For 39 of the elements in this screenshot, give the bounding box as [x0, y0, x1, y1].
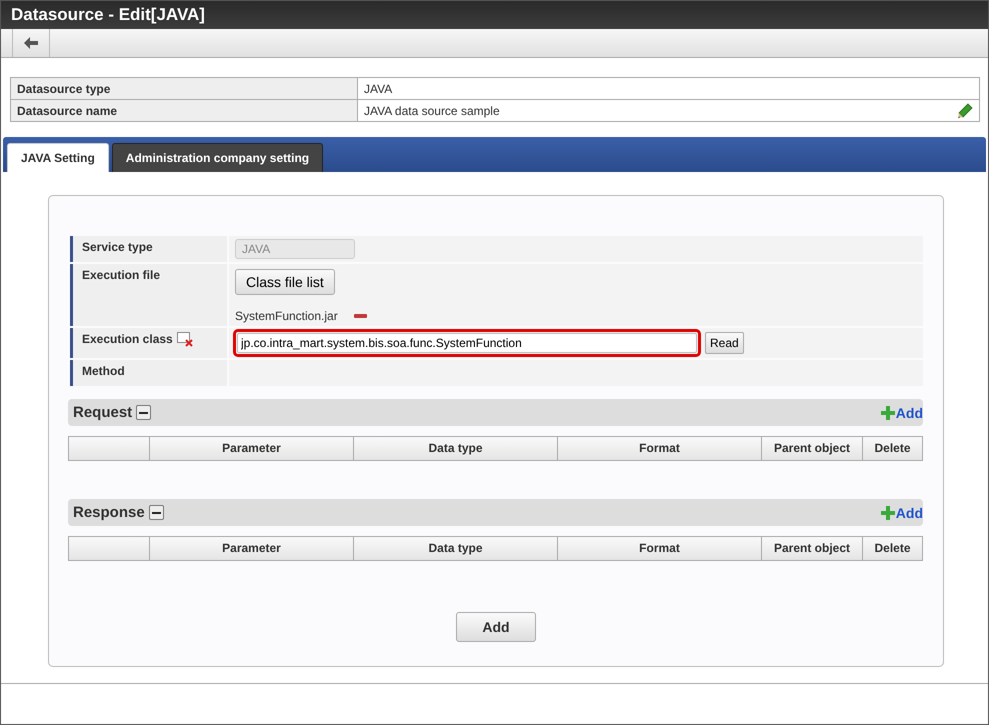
column-header: Data type [353, 537, 557, 560]
column-header: Format [557, 537, 761, 560]
left-arrow-icon [24, 37, 38, 49]
field-label: Service type [82, 240, 153, 254]
column-header: Delete [862, 437, 922, 460]
clear-icon[interactable] [176, 332, 194, 347]
add-button[interactable]: Add [456, 612, 536, 642]
column-header: Parent object [761, 437, 862, 460]
collapse-button[interactable] [148, 505, 164, 520]
class-file-list-button[interactable]: Class file list [235, 269, 335, 295]
remove-icon[interactable] [354, 314, 367, 318]
file-name: SystemFunction.jar [235, 309, 338, 323]
execution-class-field[interactable]: jp.co.intra_mart.system.bis.soa.func.SystemFunction [237, 333, 697, 353]
read-button[interactable]: Read [705, 332, 744, 354]
section-title: Response [73, 504, 145, 521]
field-label: Datasource name [17, 104, 118, 118]
collapse-button[interactable] [136, 405, 152, 420]
tab[interactable]: Administration company setting [112, 143, 324, 172]
column-header: Parameter [149, 537, 353, 560]
tab[interactable]: JAVA Setting [7, 143, 109, 172]
column-header: Delete [862, 537, 922, 560]
field-label: Execution file [82, 268, 160, 282]
field-label: Datasource type [17, 82, 110, 96]
plus-icon [880, 406, 895, 420]
add-link[interactable]: Add [880, 404, 923, 420]
add-link[interactable]: Add [880, 504, 923, 520]
field-value: JAVA data source sample [364, 104, 500, 118]
back-button[interactable] [12, 29, 50, 57]
section-title: Request [73, 404, 132, 421]
field-label: Execution class [82, 332, 173, 346]
field-value: JAVA [364, 82, 392, 96]
pencil-icon[interactable] [957, 102, 973, 118]
column-header: Format [557, 437, 761, 460]
window-title: Datasource - Edit[JAVA] [10, 4, 205, 26]
column-header: Parent object [761, 537, 862, 560]
field-label: Method [82, 364, 125, 378]
plus-icon [880, 506, 895, 520]
column-header: Parameter [149, 437, 353, 460]
column-header: Data type [353, 437, 557, 460]
